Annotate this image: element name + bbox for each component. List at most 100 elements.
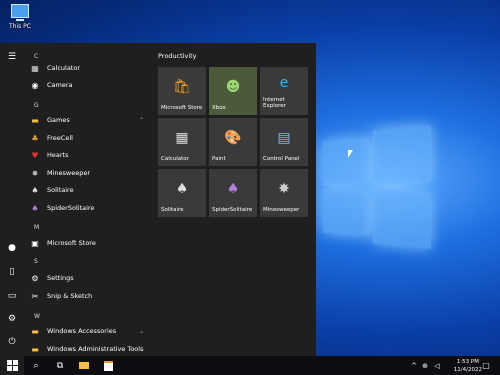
control-panel-icon: ▤ bbox=[277, 130, 291, 146]
app-list-header-s[interactable]: S bbox=[34, 258, 38, 265]
store-icon: 🛍 bbox=[173, 79, 191, 95]
clock[interactable]: 1:53 PM 11/4/2022 bbox=[454, 358, 482, 374]
minesweeper-icon: ✸ bbox=[278, 181, 290, 197]
tile-label: Paint bbox=[212, 156, 226, 162]
app-item-label: Windows Administrative Tools bbox=[47, 345, 144, 353]
store-icon bbox=[103, 360, 113, 371]
calculator-icon: ▦ bbox=[31, 63, 39, 73]
app-item-settings[interactable]: ⚙ Settings bbox=[30, 270, 150, 286]
calculator-icon: ▦ bbox=[175, 130, 189, 146]
snip-icon: ✂ bbox=[31, 291, 39, 301]
app-list-header-m[interactable]: M bbox=[34, 224, 39, 231]
app-item-spidersolitaire[interactable]: ♠ SpiderSolitaire bbox=[30, 200, 150, 216]
app-item-minesweeper[interactable]: ✸ Minesweeper bbox=[30, 165, 150, 181]
store-icon: ▣ bbox=[31, 238, 39, 248]
windows-logo-pane bbox=[323, 138, 369, 186]
app-item-windows-administrative-tools[interactable]: ▬ Windows Administrative Tools ⌄ bbox=[30, 341, 150, 356]
freecell-icon: ♣ bbox=[31, 133, 39, 143]
app-item-windows-accessories[interactable]: ▬ Windows Accessories ⌄ bbox=[30, 323, 150, 339]
clock-time: 1:53 PM bbox=[456, 359, 479, 365]
tile-label: Internet Explorer bbox=[263, 97, 286, 109]
store-button[interactable] bbox=[98, 356, 118, 375]
minesweeper-icon: ✸ bbox=[31, 168, 39, 178]
paint-icon: 🎨 bbox=[224, 130, 242, 146]
app-item-label: Settings bbox=[47, 274, 74, 282]
app-list-header-c[interactable]: C bbox=[34, 53, 38, 60]
power-icon[interactable]: ⏻ bbox=[7, 337, 17, 347]
search-button[interactable]: ⌕ bbox=[26, 356, 46, 375]
xbox-icon: ☻ bbox=[225, 79, 241, 95]
app-item-solitaire[interactable]: ♠ Solitaire bbox=[30, 182, 150, 198]
task-view-icon: ⧉ bbox=[56, 360, 64, 371]
tile-label: SpiderSolitaire bbox=[212, 207, 253, 213]
chevron-up-icon: ⌃ bbox=[138, 116, 144, 124]
solitaire-icon: ♠ bbox=[31, 185, 39, 195]
pictures-icon[interactable]: ▭ bbox=[7, 291, 17, 301]
tile-calculator[interactable]: ▦ Calculator bbox=[158, 118, 206, 166]
app-item-label: Solitaire bbox=[47, 186, 74, 194]
app-item-label: FreeCell bbox=[47, 134, 73, 142]
app-list-header-g[interactable]: G bbox=[34, 102, 39, 109]
hearts-icon: ♥ bbox=[31, 150, 39, 160]
hamburger-menu-icon[interactable]: ☰ bbox=[7, 52, 17, 62]
computer-icon bbox=[11, 4, 29, 21]
tile-spidersolitaire[interactable]: ♠ SpiderSolitaire bbox=[209, 169, 257, 217]
documents-icon[interactable]: ▯ bbox=[7, 267, 17, 277]
tile-label: Xbox bbox=[212, 105, 226, 111]
volume-icon[interactable]: ◁ bbox=[432, 356, 442, 375]
app-item-label: Camera bbox=[47, 81, 73, 89]
mouse-cursor-icon bbox=[348, 150, 353, 158]
folder-icon: ▬ bbox=[31, 115, 39, 125]
task-view-button[interactable]: ⧉ bbox=[50, 356, 70, 375]
tile-microsoft-store[interactable]: 🛍 Microsoft Store bbox=[158, 67, 206, 115]
app-item-microsoft-store[interactable]: ▣ Microsoft Store bbox=[30, 235, 150, 251]
tile-solitaire[interactable]: ♠ Solitaire bbox=[158, 169, 206, 217]
start-button[interactable] bbox=[0, 356, 24, 375]
tile-minesweeper[interactable]: ✸ Minesweeper bbox=[260, 169, 308, 217]
start-menu-rail: ☰ ● ▯ ▭ ⚙ ⏻ bbox=[0, 43, 24, 356]
app-item-label: Calculator bbox=[47, 64, 81, 72]
network-icon[interactable]: ⊕ bbox=[420, 356, 430, 375]
app-item-snip-sketch[interactable]: ✂ Snip & Sketch bbox=[30, 288, 150, 304]
tile-label: Control Panel bbox=[263, 156, 300, 162]
app-item-camera[interactable]: ◉ Camera bbox=[30, 77, 150, 93]
tile-paint[interactable]: 🎨 Paint bbox=[209, 118, 257, 166]
chevron-down-icon: ⌄ bbox=[138, 345, 144, 353]
tile-xbox[interactable]: ☻ Xbox bbox=[209, 67, 257, 115]
app-item-label: Minesweeper bbox=[47, 169, 91, 177]
app-list: C ▦ Calculator ◉ Camera G ▬ Games ⌃ ♣ FreeCell ♥ Hea… bbox=[24, 43, 152, 356]
app-item-freecell[interactable]: ♣ FreeCell bbox=[30, 130, 150, 146]
tile-label: Solitaire bbox=[161, 207, 184, 213]
file-explorer-button[interactable] bbox=[74, 356, 94, 375]
solitaire-icon: ♠ bbox=[175, 181, 189, 197]
tile-group-title: Productivity bbox=[158, 52, 197, 60]
app-item-label: Hearts bbox=[47, 151, 69, 159]
tray-chevron-icon[interactable]: ^ bbox=[410, 356, 418, 375]
settings-gear-icon[interactable]: ⚙ bbox=[7, 314, 17, 324]
windows-logo-pane bbox=[373, 124, 431, 188]
clock-date: 11/4/2022 bbox=[453, 367, 482, 373]
notifications-icon[interactable]: ▢ bbox=[480, 356, 492, 375]
folder-icon: ▬ bbox=[31, 326, 39, 336]
tile-control-panel[interactable]: ▤ Control Panel bbox=[260, 118, 308, 166]
tile-label: Minesweeper bbox=[263, 207, 300, 213]
this-pc-label: This PC bbox=[9, 23, 31, 30]
ie-icon: e bbox=[279, 75, 289, 91]
camera-icon: ◉ bbox=[31, 80, 39, 90]
app-item-label: Games bbox=[47, 116, 70, 124]
windows-start-icon bbox=[6, 360, 18, 371]
windows-logo-pane bbox=[373, 186, 431, 250]
start-menu: ☰ ● ▯ ▭ ⚙ ⏻ C ▦ Calculator ◉ Camera G ▬ Games ⌃ ♣… bbox=[0, 43, 316, 356]
windows-logo-pane bbox=[323, 188, 369, 236]
app-item-calculator[interactable]: ▦ Calculator bbox=[30, 60, 150, 76]
folder-icon: ▬ bbox=[31, 344, 39, 354]
app-item-games[interactable]: ▬ Games ⌃ bbox=[30, 112, 150, 128]
spider-solitaire-icon: ♠ bbox=[226, 181, 240, 197]
app-list-header-w[interactable]: W bbox=[34, 313, 40, 320]
app-item-label: Microsoft Store bbox=[47, 239, 96, 247]
search-icon: ⌕ bbox=[33, 360, 39, 371]
app-item-hearts[interactable]: ♥ Hearts bbox=[30, 147, 150, 163]
this-pc-desktop-icon[interactable]: This PC bbox=[6, 4, 34, 30]
tile-internet-explorer[interactable]: e Internet Explorer bbox=[260, 67, 308, 115]
user-account-icon[interactable]: ● bbox=[7, 243, 17, 253]
